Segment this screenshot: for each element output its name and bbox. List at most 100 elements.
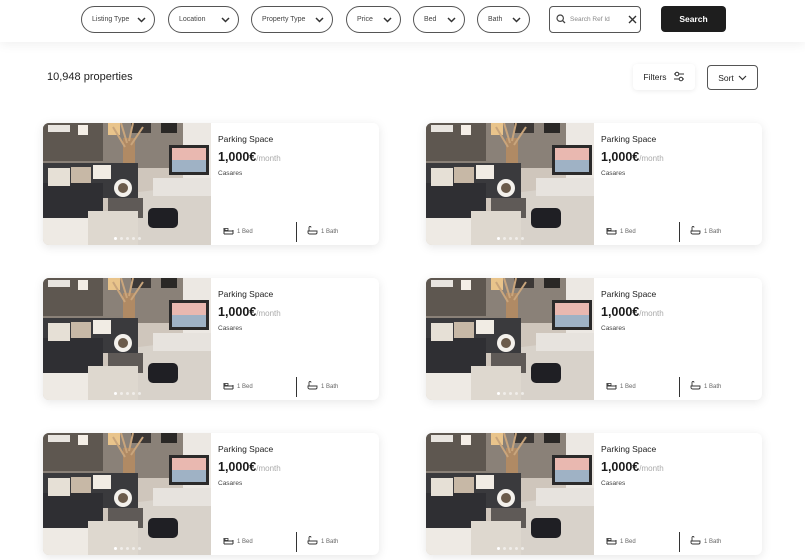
living-room-photo [43,278,211,400]
bed-icon [223,226,234,237]
image-carousel-dots[interactable] [43,392,211,395]
listing-photo[interactable] [43,433,211,555]
filters-button[interactable]: Filters [633,64,695,90]
listing-photo[interactable] [426,433,594,555]
listing-type-dropdown[interactable]: Listing Type [81,6,155,33]
baths-info: 1 Bath [307,226,338,237]
listing-meta: 1 Bed 1 Bath [601,532,759,552]
living-room-photo [426,433,594,555]
price: 1,000€/month [601,460,664,474]
baths-count: 1 Bath [704,538,722,545]
carousel-dot[interactable] [514,392,518,395]
listing-meta: 1 Bed 1 Bath [601,222,759,242]
bathtub-icon [307,226,318,237]
carousel-dot[interactable] [520,392,524,395]
carousel-dot[interactable] [113,392,117,395]
baths-info: 1 Bath [690,536,721,547]
price-period: /month [639,464,664,473]
listing-card[interactable]: Parking Space 1,000€/month Casares 1 Bed… [43,278,379,400]
image-carousel-dots[interactable] [426,237,594,240]
carousel-dot[interactable] [125,547,129,550]
search-button[interactable]: Search [661,6,726,32]
listing-meta: 1 Bed 1 Bath [218,532,376,552]
carousel-dot[interactable] [131,392,135,395]
carousel-dot[interactable] [131,237,135,240]
carousel-dot[interactable] [119,547,123,550]
close-icon[interactable] [628,11,637,29]
sliders-icon [673,71,685,84]
price-dropdown[interactable]: Price [346,6,401,33]
carousel-dot[interactable] [119,237,123,240]
image-carousel-dots[interactable] [426,392,594,395]
baths-info: 1 Bath [307,381,338,392]
carousel-dot[interactable] [496,547,500,550]
carousel-dot[interactable] [496,237,500,240]
living-room-photo [426,123,594,245]
listing-card[interactable]: Parking Space 1,000€/month Casares 1 Bed… [43,123,379,245]
carousel-dot[interactable] [119,392,123,395]
carousel-dot[interactable] [520,237,524,240]
bed-dropdown[interactable]: Bed [413,6,465,33]
price-period: /month [256,464,281,473]
beds-info: 1 Bed [606,226,636,237]
carousel-dot[interactable] [113,237,117,240]
ref-search-input[interactable] [570,16,622,23]
baths-info: 1 Bath [690,226,721,237]
image-carousel-dots[interactable] [43,547,211,550]
location: Casares [218,170,243,177]
listing-photo[interactable] [426,123,594,245]
location-dropdown[interactable]: Location [168,6,239,33]
carousel-dot[interactable] [137,237,141,240]
property-type: Parking Space [218,444,274,454]
listing-info: Parking Space 1,000€/month Casares 1 Bed… [218,433,376,555]
price-amount: 1,000€ [218,460,257,474]
living-room-photo [43,123,211,245]
carousel-dot[interactable] [137,547,141,550]
living-room-photo [43,433,211,555]
carousel-dot[interactable] [502,547,506,550]
carousel-dot[interactable] [125,392,129,395]
sort-label: Sort [718,72,734,83]
property-type: Parking Space [601,289,657,299]
carousel-dot[interactable] [520,547,524,550]
listing-card[interactable]: Parking Space 1,000€/month Casares 1 Bed… [426,123,762,245]
bathtub-icon [307,536,318,547]
carousel-dot[interactable] [514,237,518,240]
image-carousel-dots[interactable] [426,547,594,550]
carousel-dot[interactable] [514,547,518,550]
meta-divider [296,377,297,397]
listing-card[interactable]: Parking Space 1,000€/month Casares 1 Bed… [426,278,762,400]
carousel-dot[interactable] [125,237,129,240]
carousel-dot[interactable] [131,547,135,550]
sort-dropdown[interactable]: Sort [707,65,758,90]
listing-photo[interactable] [43,123,211,245]
beds-info: 1 Bed [606,536,636,547]
carousel-dot[interactable] [113,547,117,550]
bathtub-icon [690,536,701,547]
property-type-dropdown[interactable]: Property Type [251,6,333,33]
carousel-dot[interactable] [508,392,512,395]
carousel-dot[interactable] [137,392,141,395]
listing-type-label: Listing Type [92,16,130,23]
carousel-dot[interactable] [508,237,512,240]
listing-meta: 1 Bed 1 Bath [218,377,376,397]
bed-label: Bed [424,16,437,23]
image-carousel-dots[interactable] [43,237,211,240]
carousel-dot[interactable] [502,237,506,240]
property-type: Parking Space [218,134,274,144]
price-amount: 1,000€ [601,150,640,164]
chevron-down-icon [738,73,747,83]
price: 1,000€/month [601,305,664,319]
carousel-dot[interactable] [502,392,506,395]
listing-card[interactable]: Parking Space 1,000€/month Casares 1 Bed… [43,433,379,555]
bath-dropdown[interactable]: Bath [477,6,530,33]
bed-icon [223,536,234,547]
listing-card[interactable]: Parking Space 1,000€/month Casares 1 Bed… [426,433,762,555]
beds-count: 1 Bed [620,383,636,390]
listing-photo[interactable] [426,278,594,400]
carousel-dot[interactable] [508,547,512,550]
carousel-dot[interactable] [496,392,500,395]
chevron-down-icon [447,15,456,24]
listing-photo[interactable] [43,278,211,400]
beds-count: 1 Bed [620,538,636,545]
